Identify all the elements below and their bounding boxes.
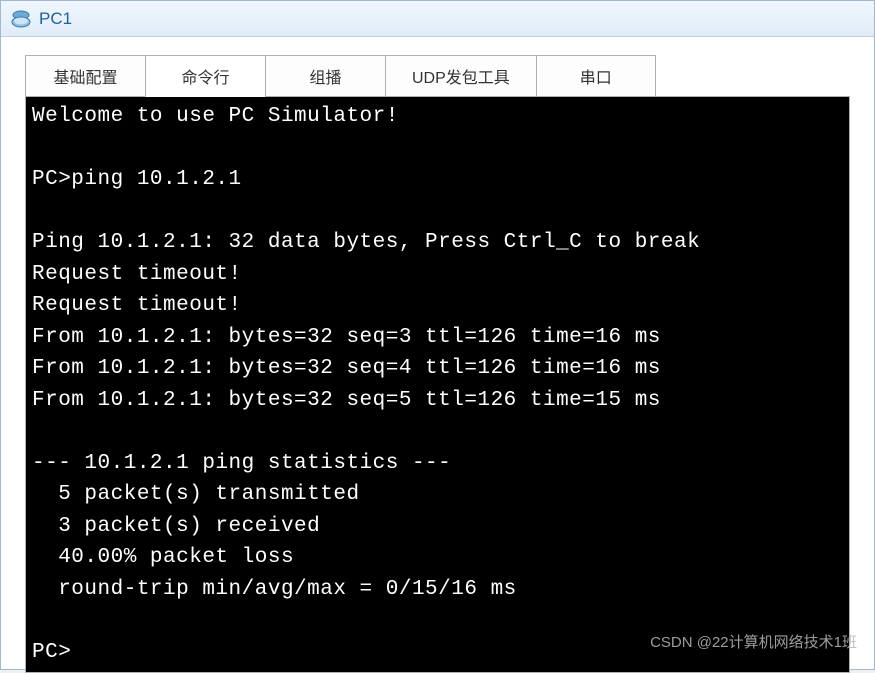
pc-icon [9,7,33,31]
tab-multicast[interactable]: 组播 [265,55,385,97]
window-title: PC1 [39,9,72,29]
tab-udp-tool[interactable]: UDP发包工具 [385,55,536,97]
tab-label: 串口 [580,70,612,87]
tab-label: 基础配置 [53,70,117,87]
tab-serial[interactable]: 串口 [536,55,656,97]
tab-basic-config[interactable]: 基础配置 [25,55,145,97]
app-window: PC1 基础配置 命令行 组播 UDP发包工具 串口 Welcome to us… [0,0,875,670]
content-area: 基础配置 命令行 组播 UDP发包工具 串口 Welcome to use PC… [1,37,874,669]
tab-label: UDP发包工具 [412,70,510,87]
terminal-output[interactable]: Welcome to use PC Simulator! PC>ping 10.… [25,96,850,673]
tab-label: 命令行 [181,70,229,87]
tab-label: 组播 [309,70,341,87]
watermark: CSDN @22计算机网络技术1班 [650,631,857,652]
tab-bar: 基础配置 命令行 组播 UDP发包工具 串口 [25,55,850,97]
titlebar[interactable]: PC1 [1,1,874,37]
tab-command-line[interactable]: 命令行 [145,55,265,97]
